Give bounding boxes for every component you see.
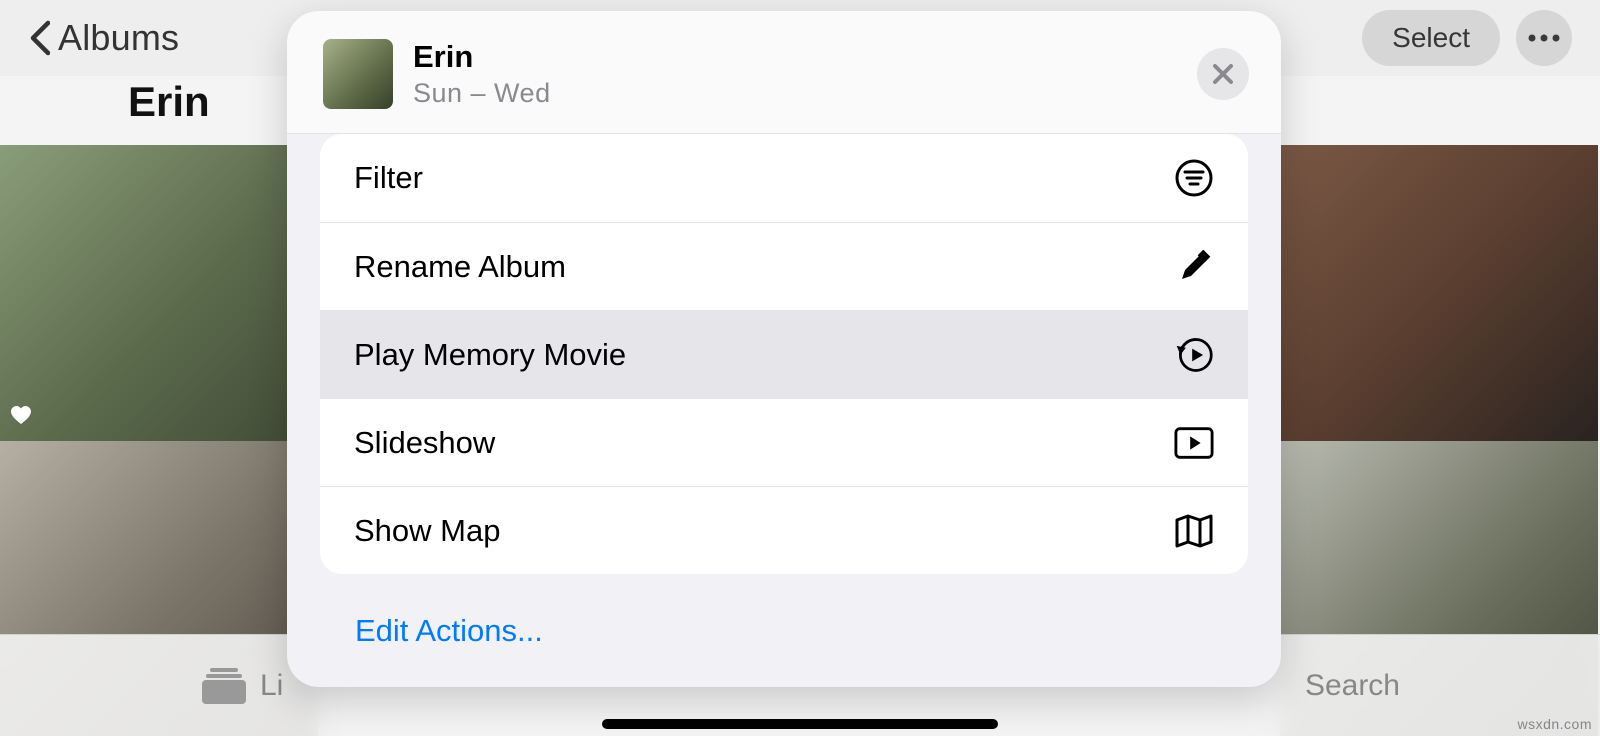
- menu-item-label: Filter: [354, 160, 423, 196]
- slideshow-icon: [1174, 423, 1214, 463]
- memory-movie-icon: [1174, 335, 1214, 375]
- filter-icon: [1174, 158, 1214, 198]
- favorite-heart-icon: [10, 405, 32, 427]
- page-title: Erin: [128, 78, 210, 126]
- edit-actions-button[interactable]: Edit Actions...: [287, 581, 1281, 687]
- select-button-label: Select: [1392, 22, 1470, 54]
- back-chevron-icon[interactable]: [28, 20, 50, 56]
- menu-item-slideshow[interactable]: Slideshow: [320, 398, 1248, 486]
- menu-item-rename[interactable]: Rename Album: [320, 222, 1248, 310]
- ellipsis-icon: [1528, 34, 1560, 42]
- sheet-header: Erin Sun – Wed: [287, 11, 1281, 134]
- menu-group: Filter Rename Album Play Memory Movie Sl…: [320, 134, 1248, 574]
- menu-item-filter[interactable]: Filter: [320, 134, 1248, 222]
- menu-item-play-memory[interactable]: Play Memory Movie: [320, 310, 1248, 398]
- more-button[interactable]: [1516, 10, 1572, 66]
- attribution-text: wsxdn.com: [1517, 716, 1592, 732]
- pencil-icon: [1174, 247, 1214, 287]
- close-icon: [1212, 63, 1234, 85]
- map-icon: [1174, 511, 1214, 551]
- photo-thumbnail[interactable]: [1280, 145, 1598, 441]
- sheet-subtitle: Sun – Wed: [413, 78, 551, 109]
- tab-library-label: Li: [260, 669, 283, 703]
- select-button[interactable]: Select: [1362, 10, 1500, 66]
- action-sheet: Erin Sun – Wed Filter Rename Album Play …: [287, 11, 1281, 687]
- library-icon: [200, 666, 248, 706]
- tab-search-label: Search: [1305, 669, 1400, 703]
- sheet-thumbnail: [323, 39, 393, 109]
- home-indicator[interactable]: [602, 719, 998, 729]
- menu-item-label: Slideshow: [354, 425, 495, 461]
- tab-search[interactable]: Search: [1305, 669, 1400, 703]
- menu-item-label: Rename Album: [354, 249, 566, 285]
- close-button[interactable]: [1197, 48, 1249, 100]
- menu-item-label: Show Map: [354, 513, 500, 549]
- sheet-title: Erin: [413, 39, 551, 75]
- menu-item-label: Play Memory Movie: [354, 337, 626, 373]
- photo-thumbnail[interactable]: [0, 145, 318, 441]
- tab-library[interactable]: Li: [200, 666, 283, 706]
- menu-item-show-map[interactable]: Show Map: [320, 486, 1248, 574]
- back-button-label[interactable]: Albums: [58, 17, 179, 59]
